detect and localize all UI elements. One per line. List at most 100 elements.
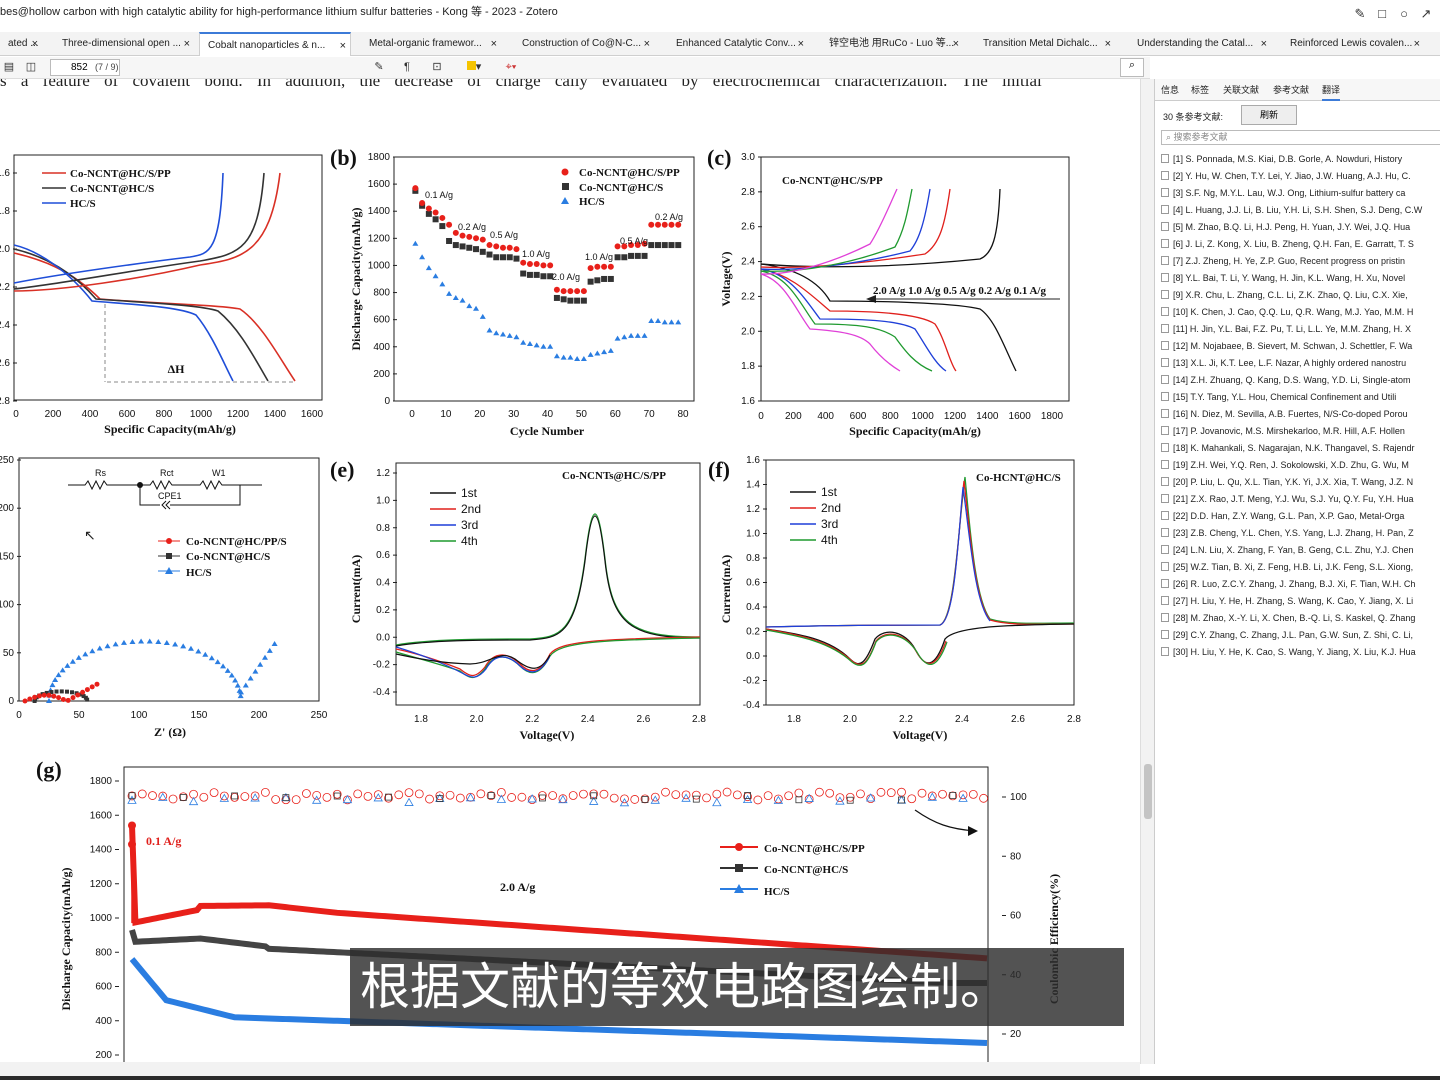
reference-item[interactable]: [22] D.D. Han, Z.Y. Wang, G.L. Pan, X.P.… (1161, 508, 1440, 525)
y-tick-label: 0.0 (376, 632, 390, 643)
b-point-hc (668, 242, 675, 249)
delta-h-annotation: ΔH (168, 362, 186, 376)
panel-b-label: (b) (330, 145, 357, 170)
tab-tags[interactable]: 标签 (1191, 83, 1209, 96)
tab-related[interactable]: 关联文献 (1223, 83, 1259, 96)
close-icon[interactable]: × (644, 32, 650, 56)
reference-text: [6] J. Li, Z. Kong, X. Liu, B. Zheng, Q.… (1173, 239, 1414, 249)
reference-item[interactable]: [2] Y. Hu, W. Chen, T.Y. Lei, Y. Jiao, J… (1161, 168, 1440, 185)
b-point-pp (493, 243, 500, 250)
d-point-hcs (172, 641, 179, 647)
panel-f-xlabel: Voltage(V) (893, 728, 948, 742)
y-tick-label: 0.6 (746, 578, 760, 589)
tab-item-active[interactable]: Cobalt nanoparticles & n... × (199, 32, 351, 56)
tab-item[interactable]: 锌空电池 用RuCo - Luo 等... × (821, 32, 963, 56)
color-picker-icon[interactable]: ▾ (462, 59, 486, 76)
tab-item[interactable]: Enhanced Catalytic Conv... × (668, 32, 808, 56)
circle-icon[interactable]: ○ (1396, 6, 1412, 22)
tab-info[interactable]: 信息 (1161, 83, 1179, 96)
eraser-icon[interactable]: ⌖▾ (500, 59, 522, 76)
reference-item[interactable]: [20] P. Liu, L. Qu, X.L. Tian, Y.K. Yi, … (1161, 474, 1440, 491)
close-icon[interactable]: × (1261, 32, 1267, 56)
reference-item[interactable]: [13] X.L. Ji, K.T. Lee, L.F. Nazar, A hi… (1161, 355, 1440, 372)
tab-bar: ated ... × Three-dimensional open ... × Co… (0, 32, 1440, 56)
tab-item[interactable]: Three-dimensional open ... × (54, 32, 194, 56)
reference-item[interactable]: [26] R. Luo, Z.C.Y. Zhang, J. Zhang, B.J… (1161, 576, 1440, 593)
tab-translate[interactable]: 翻译 (1322, 83, 1341, 101)
reference-item[interactable]: [28] M. Zhao, X.-Y. Li, X. Chen, B.-Q. L… (1161, 610, 1440, 627)
reference-item[interactable]: [19] Z.H. Wei, Y.Q. Ren, J. Sokolowski, … (1161, 457, 1440, 474)
reference-item[interactable]: [11] H. Jin, Y.L. Bai, F.Z. Pu, T. Li, L… (1161, 321, 1440, 338)
pen-icon[interactable]: ✎ (1352, 6, 1368, 22)
d-point-hcs (163, 640, 170, 646)
reference-item[interactable]: [23] Z.B. Cheng, Y.L. Chen, Y.S. Yang, L… (1161, 525, 1440, 542)
g-ce-pp (968, 789, 978, 799)
close-icon[interactable]: × (798, 32, 804, 56)
b-point-hc (533, 271, 540, 278)
search-icon[interactable]: ⌕ (1120, 58, 1144, 77)
highlight-pen-icon[interactable]: ✎ (370, 59, 388, 76)
panel-c-sample: Co-NCNT@HC/S/PP (782, 175, 883, 187)
reference-item[interactable]: [10] K. Chen, J. Cao, Q.Q. Lu, Q.R. Wang… (1161, 304, 1440, 321)
reference-item[interactable]: [27] H. Liu, Y. He, H. Zhang, S. Wang, K… (1161, 593, 1440, 610)
reference-item[interactable]: [5] M. Zhao, B.Q. Li, H.J. Peng, H. Yuan… (1161, 219, 1440, 236)
refresh-button[interactable]: 刷新 (1241, 105, 1297, 125)
reference-item[interactable]: [29] C.Y. Zhang, C. Zhang, J.L. Pan, G.W… (1161, 627, 1440, 644)
arrow-icon[interactable]: ↗ (1418, 6, 1434, 22)
reference-item[interactable]: [7] Z.J. Zheng, H. Ye, Z.P. Guo, Recent … (1161, 253, 1440, 270)
panel-e-ylabel: Current(mA) (349, 555, 363, 623)
reference-item[interactable]: [21] Z.X. Rao, J.T. Meng, Y.J. Wu, S.J. … (1161, 491, 1440, 508)
y-tick-label: 1600 (368, 179, 391, 190)
b-point-hcs (526, 341, 533, 347)
tab-item[interactable]: Transition Metal Dichalc... × (975, 32, 1115, 56)
reference-item[interactable]: [30] H. Liu, Y. He, K. Cao, S. Wang, Y. … (1161, 644, 1440, 661)
horizontal-scrollbar[interactable] (0, 1062, 1140, 1076)
b-point-hc (432, 216, 439, 223)
reference-item[interactable]: [6] J. Li, Z. Kong, X. Liu, B. Zheng, Q.… (1161, 236, 1440, 253)
split-view-icon[interactable]: ◫ (22, 59, 40, 76)
y-tick-label: 1.2 (746, 504, 760, 515)
close-icon[interactable]: × (1105, 32, 1111, 56)
document-icon (1161, 273, 1169, 282)
close-icon[interactable]: × (340, 34, 346, 56)
pdf-viewer[interactable]: s a feature of covalent bond. In additio… (0, 79, 1140, 1064)
close-icon[interactable]: × (184, 32, 190, 56)
close-icon[interactable]: × (32, 32, 38, 56)
reference-item[interactable]: [14] Z.H. Zhuang, Q. Kang, D.S. Wang, Y.… (1161, 372, 1440, 389)
reference-item[interactable]: [17] P. Jovanovic, M.S. Mirshekarloo, M.… (1161, 423, 1440, 440)
reference-item[interactable]: [3] S.F. Ng, M.Y.L. Lau, W.J. Ong, Lithi… (1161, 185, 1440, 202)
reference-item[interactable]: [18] K. Mahankali, S. Nagarajan, N.K. Th… (1161, 440, 1440, 457)
reference-search-input[interactable]: ⌕ 搜索参考文献 (1161, 130, 1440, 145)
reference-item[interactable]: [15] T.Y. Tang, Y.L. Hou, Chemical Confi… (1161, 389, 1440, 406)
tab-item[interactable]: Metal-organic framewor... × (361, 32, 501, 56)
reference-item[interactable]: [24] L.N. Liu, X. Zhang, F. Yan, B. Geng… (1161, 542, 1440, 559)
scrollbar-thumb[interactable] (1144, 764, 1152, 819)
close-icon[interactable]: × (1414, 32, 1420, 56)
reference-item[interactable]: [25] W.Z. Tian, B. Xi, Z. Feng, H.B. Li,… (1161, 559, 1440, 576)
area-select-icon[interactable]: ⊡ (428, 59, 446, 76)
reference-item[interactable]: [12] M. Nojabaee, B. Sievert, M. Schwan,… (1161, 338, 1440, 355)
y-tick-label: 600 (373, 315, 390, 326)
tab-item[interactable]: Understanding the Catal... × (1129, 32, 1271, 56)
tab-item[interactable]: ated ... × (0, 32, 42, 56)
x-tick-label: 30 (508, 409, 520, 420)
reference-item[interactable]: [1] S. Ponnada, M.S. Kiai, D.B. Gorle, A… (1161, 151, 1440, 168)
close-icon[interactable]: × (491, 32, 497, 56)
square-icon[interactable]: □ (1374, 6, 1390, 22)
sidebar-toggle-icon[interactable]: ▤ (0, 59, 18, 76)
reference-text: [5] M. Zhao, B.Q. Li, H.J. Peng, H. Yuan… (1173, 222, 1411, 232)
document-icon (1161, 239, 1169, 248)
close-icon[interactable]: × (953, 32, 959, 56)
b-point-hcs (628, 332, 635, 338)
reference-item[interactable]: [4] L. Huang, J.J. Li, B. Liu, Y.H. Li, … (1161, 202, 1440, 219)
vertical-scrollbar[interactable] (1140, 79, 1154, 1064)
note-icon[interactable]: ¶ (398, 59, 416, 76)
tab-item[interactable]: Construction of Co@N-C... × (514, 32, 654, 56)
d-point-hcs (52, 677, 59, 683)
reference-item[interactable]: [9] X.R. Chu, L. Zhang, C.L. Li, Z.K. Zh… (1161, 287, 1440, 304)
tab-item[interactable]: Reinforced Lewis covalen... × (1282, 32, 1424, 56)
taskbar (0, 1076, 1440, 1080)
reference-item[interactable]: [16] N. Diez, M. Sevilla, A.B. Fuertes, … (1161, 406, 1440, 423)
reference-item[interactable]: [8] Y.L. Bai, T. Li, Y. Wang, H. Jin, K.… (1161, 270, 1440, 287)
tab-references[interactable]: 参考文献 (1273, 83, 1309, 96)
